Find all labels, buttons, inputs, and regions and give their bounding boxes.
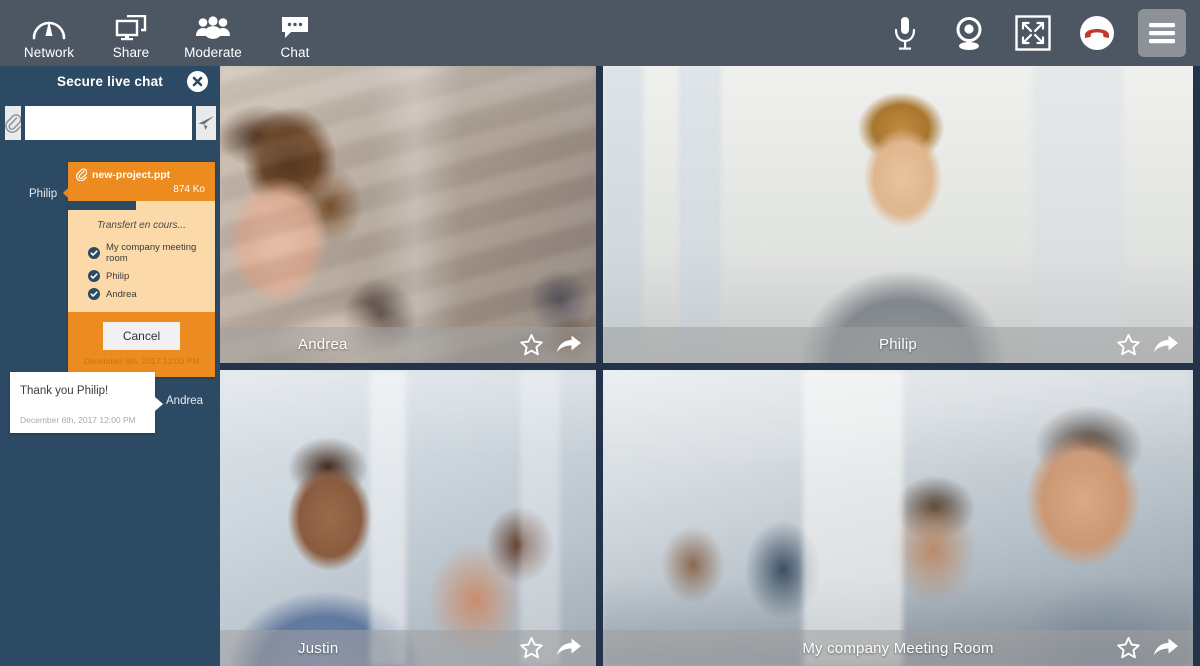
file-transfer-filesize: 874 Ko [173,184,205,195]
send-message-button[interactable] [196,106,216,140]
recipient-item: My company meeting room [88,242,207,264]
participant-name: Justin [298,639,339,657]
video-tile-meeting-room[interactable]: My company Meeting Room [603,369,1193,666]
check-circle-icon [88,288,100,300]
video-grid: Andrea Philip Justin My company Meeting … [220,66,1200,666]
toolbar-label-share: Share [112,45,150,60]
toolbar-left-group: Network Share Moderate Chat [0,0,336,66]
participant-name: Andrea [298,336,348,353]
video-tile-andrea[interactable]: Andrea [220,66,596,363]
participant-video-meeting-room [603,369,1193,666]
chat-header: Secure live chat [0,66,220,96]
favorite-star-icon[interactable] [519,333,544,357]
toolbar-button-share[interactable]: Share [90,0,172,66]
file-transfer-timestamp: December 6th, 2017 12:00 PM [83,356,200,366]
toolbar-button-network[interactable]: Network [8,0,90,66]
people-group-icon [195,12,231,44]
bubble-arrow [155,397,163,411]
fullscreen-button[interactable] [1010,10,1056,56]
participant-video-philip [603,66,1193,363]
recipient-label: Andrea [106,288,137,300]
toolbar-label-chat: Chat [280,45,310,60]
file-transfer-status: Transfert en cours... [97,220,186,231]
hamburger-menu-icon [1148,22,1176,44]
chat-sidebar: Secure live chat Philip new-project.ppt … [0,66,220,666]
participant-name: My company Meeting Room [802,639,994,657]
video-tile-philip[interactable]: Philip [603,66,1193,363]
cancel-transfer-button[interactable]: Cancel [102,322,181,350]
video-tile-namebar: Justin [220,630,596,666]
recipient-item: Philip [88,270,207,282]
favorite-star-icon[interactable] [519,636,544,660]
close-icon [191,75,204,88]
file-transfer-recipient-list: My company meeting room Philip Andrea [76,242,207,300]
chat-message-timestamp: December 6th, 2017 12:00 PM [20,415,136,425]
video-tile-namebar: Andrea [220,326,596,363]
recipient-label: Philip [106,270,130,282]
attach-file-button[interactable] [5,106,21,140]
chat-message-text: Thank you Philip! [20,385,109,397]
webcam-icon [952,16,986,50]
chat-message-input[interactable] [25,106,192,140]
top-toolbar: Network Share Moderate Chat [0,0,1200,66]
video-tile-actions [519,333,596,357]
file-transfer-progress-fill [68,201,136,210]
participant-name: Philip [879,336,917,353]
video-tile-namebar: My company Meeting Room [603,630,1193,666]
participant-video-andrea [220,66,596,363]
recipient-label: My company meeting room [106,242,197,264]
chat-message-bubble: Thank you Philip! December 6th, 2017 12:… [10,372,155,433]
toolbar-label-moderate: Moderate [184,45,242,60]
share-arrow-icon[interactable] [556,637,582,659]
check-circle-icon [88,247,100,259]
file-transfer-message: Philip new-project.ppt 874 Ko Transfert … [0,162,220,377]
chat-message: Thank you Philip! December 6th, 2017 12:… [0,372,220,446]
share-arrow-icon[interactable] [556,334,582,356]
video-conference-app: Network Share Moderate Chat Secure live … [0,0,1200,666]
fullscreen-icon [1015,15,1051,51]
file-transfer-progressbar [68,201,215,210]
send-paper-plane-icon [196,114,216,132]
webcam-button[interactable] [946,10,992,56]
toolbar-right-group [882,0,1200,66]
toolbar-label-network: Network [23,45,75,60]
chat-message-sender: Andrea [166,395,204,407]
check-circle-icon [88,270,100,282]
paperclip-small-icon [76,168,87,181]
file-transfer-card: new-project.ppt 874 Ko Transfert en cour… [68,162,215,377]
chat-bubble-icon [280,12,310,44]
file-transfer-filename: new-project.ppt [92,168,171,181]
hang-up-icon [1077,13,1117,53]
close-chat-button[interactable] [187,71,208,92]
file-transfer-sender: Philip [29,188,58,200]
video-tile-namebar: Philip [603,326,1193,363]
network-signal-icon [32,12,66,44]
hamburger-menu-button[interactable] [1138,9,1186,57]
file-transfer-header: new-project.ppt 874 Ko [68,162,215,198]
recipient-item: Andrea [88,288,207,300]
toolbar-button-moderate[interactable]: Moderate [172,0,254,66]
file-transfer-footer: Cancel December 6th, 2017 12:00 PM [68,312,215,377]
file-transfer-body: Transfert en cours... My company meeting… [68,210,215,312]
file-transfer-filename-row: new-project.ppt [76,168,207,181]
paperclip-icon [5,113,21,133]
hang-up-button[interactable] [1074,10,1120,56]
chat-composer [5,106,216,140]
participant-video-justin [220,369,596,666]
video-tile-actions [519,636,596,660]
microphone-icon [892,15,918,51]
chat-title: Secure live chat [56,73,163,89]
screen-share-icon [115,12,147,44]
toolbar-button-chat[interactable]: Chat [254,0,336,66]
microphone-button[interactable] [882,10,928,56]
video-tile-justin[interactable]: Justin [220,369,596,666]
